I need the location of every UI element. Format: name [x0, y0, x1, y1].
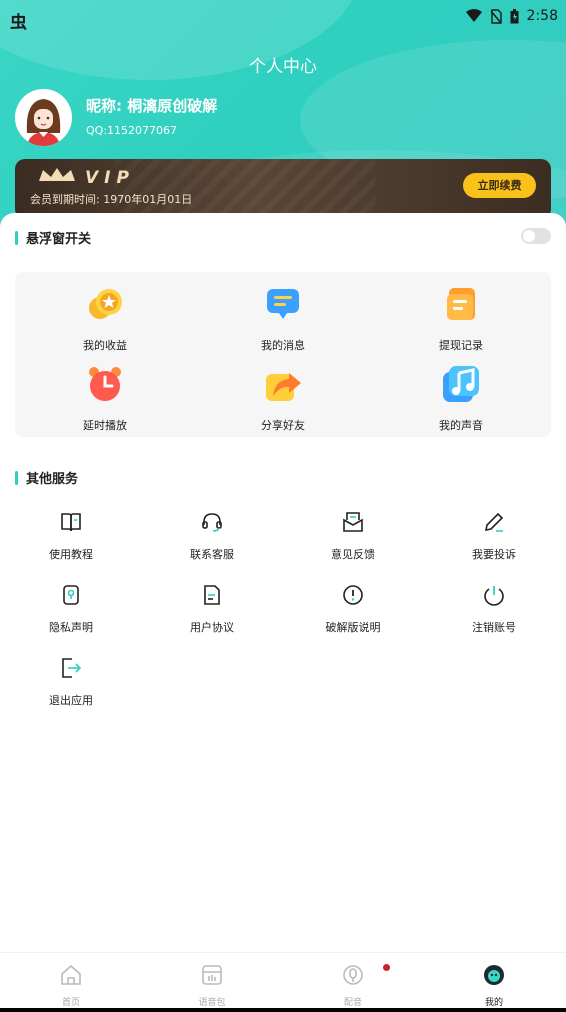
feature-label: 我的收益: [83, 339, 127, 352]
document-icon: [204, 585, 220, 605]
other-services-title: 其他服务: [26, 472, 79, 487]
headset-icon: [202, 513, 222, 532]
feature-label: 延时播放: [83, 419, 127, 432]
feature-label: 分享好友: [261, 419, 305, 432]
tab-label: 首页: [61, 998, 80, 1008]
service-label: 退出应用: [49, 694, 93, 707]
service-privacy[interactable]: 隐私声明: [21, 583, 121, 635]
feedback-icon: [343, 512, 363, 532]
feature-my-messages[interactable]: 我的消息: [223, 284, 343, 353]
tab-mine[interactable]: 我的: [444, 963, 544, 1008]
voice-pack-icon: [202, 965, 222, 985]
app-notification-icon: 虫: [10, 13, 27, 33]
service-tutorial[interactable]: 使用教程: [21, 510, 121, 562]
service-crack-notice[interactable]: 破解版说明: [303, 583, 403, 635]
pencil-icon: [484, 512, 504, 532]
privacy-icon: [63, 585, 79, 605]
microphone-icon: [343, 965, 363, 985]
system-nav-bar: [0, 1008, 566, 1012]
record-icon: [447, 288, 475, 320]
vip-card[interactable]: VIP 会员到期时间: 1970年01月01日 立即续费: [15, 159, 551, 219]
tab-label: 我的: [484, 998, 503, 1008]
feature-label: 我的消息: [261, 339, 305, 352]
vip-expire-date: 会员到期时间: 1970年01月01日: [30, 193, 193, 206]
book-icon: [61, 513, 81, 532]
service-label: 注销账号: [472, 621, 516, 634]
nickname: 昵称: 桐漓原创破解: [86, 97, 218, 115]
wifi-icon: [465, 9, 482, 22]
feature-withdraw-records[interactable]: 提现记录: [401, 284, 521, 353]
float-window-toggle[interactable]: [521, 228, 551, 244]
home-icon: [61, 964, 81, 985]
float-window-label: 悬浮窗开关: [26, 232, 92, 247]
info-icon: [343, 585, 363, 605]
service-label: 联系客服: [190, 548, 234, 561]
service-exit-app[interactable]: 退出应用: [21, 656, 121, 708]
service-complaint[interactable]: 我要投诉: [444, 510, 544, 562]
service-delete-account[interactable]: 注销账号: [444, 583, 544, 635]
battery-icon: [510, 8, 519, 23]
power-icon: [484, 586, 504, 606]
profile-icon: [484, 965, 504, 985]
service-contact-support[interactable]: 联系客服: [162, 510, 262, 562]
service-label: 使用教程: [49, 548, 93, 561]
feature-my-voice[interactable]: 我的声音: [401, 364, 521, 433]
share-icon: [266, 373, 301, 401]
status-bar: 虫 2:58: [0, 0, 566, 36]
tab-voice-pack[interactable]: 语音包: [162, 963, 262, 1008]
screen: 虫 2:58 个人中心 昵称: 桐漓原创破解 QQ:1152077067 VIP…: [0, 0, 566, 1012]
feature-delayed-play[interactable]: 延时播放: [45, 364, 165, 433]
notification-dot: [383, 964, 390, 971]
tab-home[interactable]: 首页: [21, 963, 121, 1008]
tab-label: 配音: [343, 998, 362, 1008]
qq-number: QQ:1152077067: [86, 124, 178, 137]
renew-button[interactable]: 立即续费: [463, 173, 536, 198]
vip-badge-text: VIP: [85, 168, 135, 187]
feature-label: 我的声音: [439, 419, 483, 432]
feature-grid: 我的收益 我的消息 提现记录 延时播放 分享好友 我的声音: [15, 272, 551, 437]
exit-icon: [62, 658, 82, 678]
vip-logo: VIP: [37, 167, 157, 191]
tab-label: 语音包: [198, 998, 226, 1008]
alarm-icon: [89, 367, 121, 401]
crown-icon: VIP: [39, 168, 135, 188]
message-icon: [267, 289, 299, 319]
service-label: 隐私声明: [49, 621, 93, 634]
other-services-section: 其他服务: [15, 468, 78, 487]
clock: 2:58: [526, 8, 558, 24]
float-window-section: 悬浮窗开关: [15, 228, 91, 247]
section-marker: [15, 470, 18, 485]
feature-share-friends[interactable]: 分享好友: [223, 364, 343, 433]
service-feedback[interactable]: 意见反馈: [303, 510, 403, 562]
avatar-illustration: [15, 89, 72, 146]
music-icon: [443, 366, 479, 402]
service-user-agreement[interactable]: 用户协议: [162, 583, 262, 635]
coin-icon: [89, 289, 122, 319]
avatar[interactable]: [15, 89, 72, 146]
service-label: 破解版说明: [325, 621, 381, 634]
feature-label: 提现记录: [439, 339, 483, 352]
service-label: 我要投诉: [472, 548, 516, 561]
section-marker: [15, 230, 18, 245]
service-label: 用户协议: [190, 621, 234, 634]
bottom-tab-bar: 首页 语音包 配音 我的: [0, 952, 566, 1008]
page-title: 个人中心: [249, 57, 317, 77]
no-sim-icon: [490, 8, 502, 24]
service-label: 意见反馈: [331, 548, 375, 561]
feature-my-earnings[interactable]: 我的收益: [45, 284, 165, 353]
